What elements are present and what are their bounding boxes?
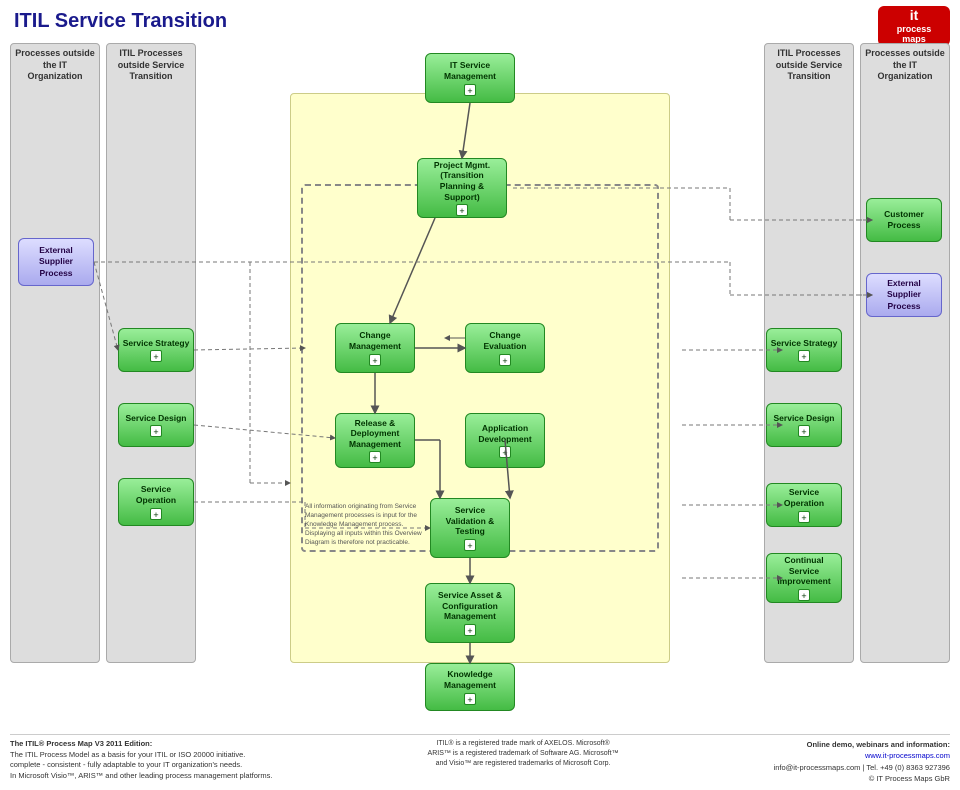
- panel-right-outer: Processes outside the IT Organization: [860, 43, 950, 663]
- external-supplier-left-box[interactable]: ExternalSupplier Process: [18, 238, 94, 286]
- service-operation-right-box[interactable]: ServiceOperation +: [766, 483, 842, 527]
- footer-email: info@it-processmaps.com | Tel. +49 (0) 8…: [774, 763, 950, 772]
- service-design-left-box[interactable]: Service Design +: [118, 403, 194, 447]
- app-dev-box[interactable]: ApplicationDevelopment +: [465, 413, 545, 468]
- external-supplier-right-box[interactable]: ExternalSupplier Process: [866, 273, 942, 317]
- continual-improvement-right-box[interactable]: ContinualServiceImprovement +: [766, 553, 842, 603]
- footer-right-bold: Online demo, webinars and information:: [807, 740, 950, 749]
- validation-box[interactable]: ServiceValidation &Testing +: [430, 498, 510, 558]
- footer-url: www.it-processmaps.com: [865, 751, 950, 760]
- panel-right-outer-label: Processes outside the IT Organization: [861, 44, 949, 83]
- footer-left-text: The ITIL Process Model as a basis for yo…: [10, 750, 273, 780]
- panel-left-outer: Processes outside the IT Organization: [10, 43, 100, 663]
- footer-center: ITIL® is a registered trade mark of AXEL…: [428, 739, 619, 768]
- logo: itprocessmaps: [878, 6, 950, 46]
- footer-left-bold: The ITIL® Process Map V3 2011 Edition:: [10, 739, 152, 748]
- page-title: ITIL Service Transition: [0, 0, 960, 37]
- project-mgmt-box[interactable]: Project Mgmt.(TransitionPlanning &Suppor…: [417, 158, 507, 218]
- panel-right-inner-label: ITIL Processes outside Service Transitio…: [765, 44, 853, 83]
- center-note: All information originating from Service…: [305, 502, 435, 547]
- it-service-mgmt-box[interactable]: IT ServiceManagement +: [425, 53, 515, 103]
- footer-left: The ITIL® Process Map V3 2011 Edition: T…: [10, 739, 273, 781]
- change-eval-box[interactable]: ChangeEvaluation +: [465, 323, 545, 373]
- footer: The ITIL® Process Map V3 2011 Edition: T…: [10, 734, 950, 790]
- asset-mgmt-box[interactable]: Service Asset &ConfigurationManagement +: [425, 583, 515, 643]
- customer-process-box[interactable]: CustomerProcess: [866, 198, 942, 242]
- service-strategy-left-box[interactable]: Service Strategy +: [118, 328, 194, 372]
- footer-copy: © IT Process Maps GbR: [869, 774, 950, 783]
- panel-left-inner-label: ITIL Processes outside Service Transitio…: [107, 44, 195, 83]
- service-design-right-box[interactable]: Service Design +: [766, 403, 842, 447]
- release-mgmt-box[interactable]: Release &DeploymentManagement +: [335, 413, 415, 468]
- panel-left-outer-label: Processes outside the IT Organization: [11, 44, 99, 83]
- service-operation-left-box[interactable]: ServiceOperation +: [118, 478, 194, 526]
- service-strategy-right-box[interactable]: Service Strategy +: [766, 328, 842, 372]
- knowledge-mgmt-box[interactable]: KnowledgeManagement +: [425, 663, 515, 711]
- footer-right: Online demo, webinars and information: w…: [774, 739, 950, 784]
- change-mgmt-box[interactable]: ChangeManagement +: [335, 323, 415, 373]
- diagram-area: Processes outside the IT Organization IT…: [10, 43, 950, 723]
